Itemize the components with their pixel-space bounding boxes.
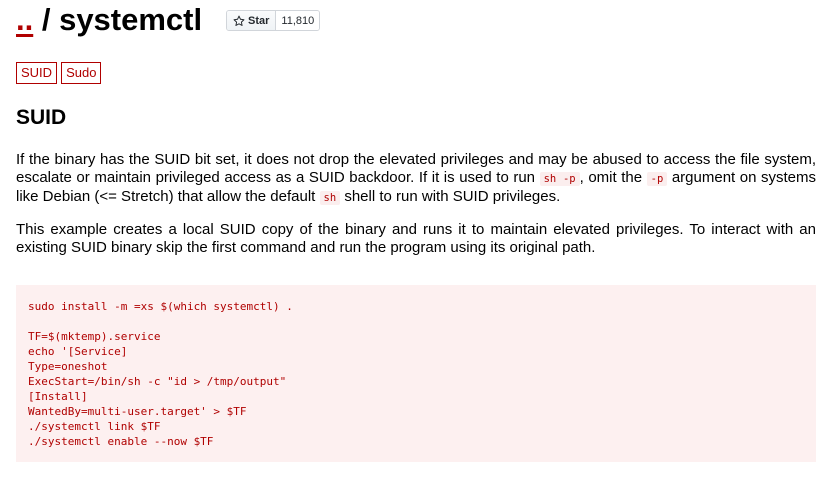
suid-description: If the binary has the SUID bit set, it d…: [16, 151, 816, 207]
binary-name: systemctl: [59, 2, 203, 37]
text-run: , omit the: [579, 169, 647, 186]
inline-code-sh-p: sh -p: [539, 172, 580, 186]
star-label: Star: [248, 14, 270, 27]
inline-code-p: -p: [646, 172, 668, 186]
function-tags: SUID Sudo: [16, 62, 102, 84]
star-count[interactable]: 11,810: [276, 11, 320, 30]
inline-code-sh: sh: [319, 191, 341, 205]
section-heading: SUID: [16, 106, 67, 129]
code-content[interactable]: sudo install -m =xs $(which systemctl) .…: [28, 299, 804, 449]
page-header: .. / systemctl: [16, 0, 202, 40]
page: .. / systemctl Star 11,810 SUID Sudo SUI…: [0, 0, 832, 477]
code-block[interactable]: sudo install -m =xs $(which systemctl) .…: [16, 285, 816, 462]
star-button[interactable]: Star: [227, 11, 277, 30]
github-star-widget[interactable]: Star 11,810: [226, 10, 321, 31]
parent-link[interactable]: ..: [16, 2, 33, 37]
page-title: .. / systemctl: [16, 1, 202, 39]
tag-sudo[interactable]: Sudo: [61, 62, 102, 84]
star-icon: [233, 15, 245, 26]
text-run: shell to run with SUID privileges.: [340, 188, 561, 205]
tag-suid[interactable]: SUID: [16, 62, 58, 84]
example-description: This example creates a local SUID copy o…: [16, 221, 816, 256]
title-separator: /: [33, 2, 60, 37]
